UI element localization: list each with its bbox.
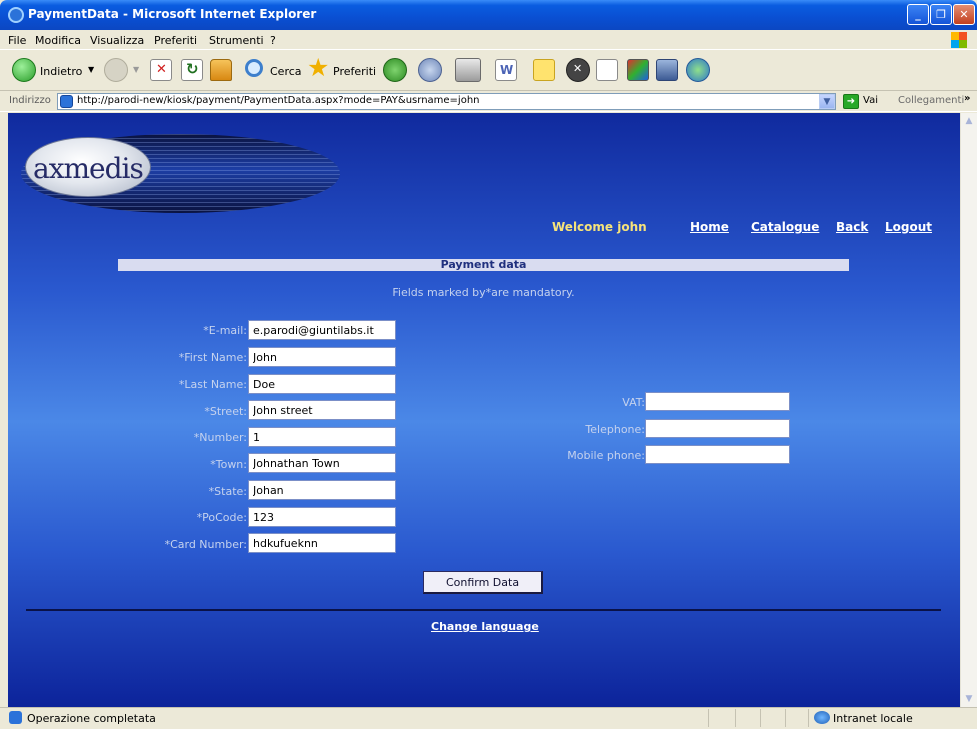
vertical-scrollbar[interactable] bbox=[960, 113, 977, 707]
vat-label: VAT: bbox=[622, 396, 645, 409]
last-name-field[interactable] bbox=[248, 374, 396, 394]
first-name-label: *First Name: bbox=[178, 351, 247, 364]
note-icon[interactable] bbox=[533, 59, 555, 81]
search-button[interactable]: Cerca bbox=[270, 65, 302, 78]
mobile-phone-label: Mobile phone: bbox=[567, 449, 645, 462]
chevron-right-icon[interactable]: » bbox=[964, 93, 970, 104]
address-url[interactable]: http://parodi-new/kiosk/payment/PaymentD… bbox=[77, 95, 480, 106]
change-language-link[interactable]: Change language bbox=[431, 620, 539, 633]
favorites-button[interactable]: Preferiti bbox=[333, 65, 376, 78]
links-button[interactable]: Collegamenti bbox=[898, 95, 964, 106]
section-title: Payment data bbox=[440, 258, 527, 271]
divider bbox=[26, 609, 941, 611]
messenger-icon[interactable] bbox=[686, 58, 710, 82]
toolbar bbox=[0, 51, 977, 91]
menu-modifica[interactable]: Modifica bbox=[35, 34, 81, 47]
back-dropdown-icon[interactable]: ▼ bbox=[88, 65, 94, 74]
nav-back-link[interactable]: Back bbox=[836, 220, 868, 234]
menu-visualizza[interactable]: Visualizza bbox=[90, 34, 144, 47]
state-label: *State: bbox=[208, 485, 247, 498]
scroll-up-icon[interactable]: ▲ bbox=[962, 114, 976, 128]
pocode-label: *PoCode: bbox=[196, 511, 247, 524]
page-done-icon bbox=[9, 711, 22, 724]
status-separator bbox=[808, 709, 809, 727]
telephone-label: Telephone: bbox=[585, 423, 645, 436]
status-separator bbox=[760, 709, 761, 727]
card-number-field[interactable] bbox=[248, 533, 396, 553]
menu-preferiti[interactable]: Preferiti bbox=[154, 34, 197, 47]
vat-field[interactable] bbox=[645, 392, 790, 411]
ie-logo-icon bbox=[8, 7, 24, 23]
forward-icon[interactable] bbox=[104, 58, 128, 82]
confirm-data-button[interactable]: Confirm Data bbox=[423, 571, 543, 594]
menu-bar bbox=[0, 30, 977, 50]
menu-help[interactable]: ? bbox=[270, 34, 276, 47]
windows-logo-icon bbox=[951, 32, 967, 48]
welcome-text: Welcome john bbox=[552, 220, 647, 234]
back-button[interactable]: Indietro bbox=[40, 65, 82, 78]
first-name-field[interactable] bbox=[248, 347, 396, 367]
last-name-label: *Last Name: bbox=[178, 378, 247, 391]
notepad-icon[interactable] bbox=[596, 59, 618, 81]
nav-logout-link[interactable]: Logout bbox=[885, 220, 932, 234]
state-field[interactable] bbox=[248, 480, 396, 500]
status-separator bbox=[785, 709, 786, 727]
logo-text: axmedis bbox=[33, 152, 144, 185]
menu-file[interactable]: File bbox=[8, 34, 26, 47]
status-text: Operazione completata bbox=[27, 712, 156, 725]
status-separator bbox=[708, 709, 709, 727]
security-zone: Intranet locale bbox=[833, 712, 913, 725]
nav-catalogue-link[interactable]: Catalogue bbox=[751, 220, 819, 234]
home-icon[interactable] bbox=[210, 59, 232, 81]
page-icon bbox=[60, 95, 73, 108]
address-label: Indirizzo bbox=[9, 95, 51, 106]
go-button[interactable]: Vai bbox=[863, 95, 878, 106]
nav-home-link[interactable]: Home bbox=[690, 220, 729, 234]
close-button[interactable]: ✕ bbox=[953, 4, 975, 25]
block-icon[interactable] bbox=[566, 58, 590, 82]
scroll-down-icon[interactable]: ▼ bbox=[962, 692, 976, 706]
refresh-icon[interactable] bbox=[181, 59, 203, 81]
address-dropdown-icon[interactable]: ▼ bbox=[819, 94, 835, 109]
search-icon[interactable] bbox=[245, 59, 263, 77]
window-title: PaymentData - Microsoft Internet Explore… bbox=[28, 7, 317, 21]
intranet-globe-icon bbox=[814, 711, 830, 724]
email-field[interactable] bbox=[248, 320, 396, 340]
pocode-field[interactable] bbox=[248, 507, 396, 527]
menu-strumenti[interactable]: Strumenti bbox=[209, 34, 264, 47]
forward-dropdown-icon[interactable]: ▼ bbox=[133, 65, 139, 74]
email-label: *E-mail: bbox=[203, 324, 247, 337]
history-icon[interactable] bbox=[383, 58, 407, 82]
back-icon[interactable] bbox=[12, 58, 36, 82]
go-arrow-icon[interactable]: ➜ bbox=[843, 94, 859, 109]
telephone-field[interactable] bbox=[645, 419, 790, 438]
mandatory-note: Fields marked by*are mandatory. bbox=[392, 286, 575, 299]
card-number-label: *Card Number: bbox=[164, 538, 247, 551]
minimize-button[interactable]: _ bbox=[907, 4, 929, 25]
mobile-phone-field[interactable] bbox=[645, 445, 790, 464]
film-icon[interactable] bbox=[656, 59, 678, 81]
print-icon[interactable] bbox=[455, 58, 481, 82]
favorites-star-icon[interactable]: ★ bbox=[307, 55, 329, 80]
status-separator bbox=[735, 709, 736, 727]
mail-icon[interactable] bbox=[418, 58, 442, 82]
edit-word-icon[interactable] bbox=[495, 59, 517, 81]
maximize-button[interactable]: ❐ bbox=[930, 4, 952, 25]
stop-icon[interactable] bbox=[150, 59, 172, 81]
multimedia-icon[interactable] bbox=[627, 59, 649, 81]
